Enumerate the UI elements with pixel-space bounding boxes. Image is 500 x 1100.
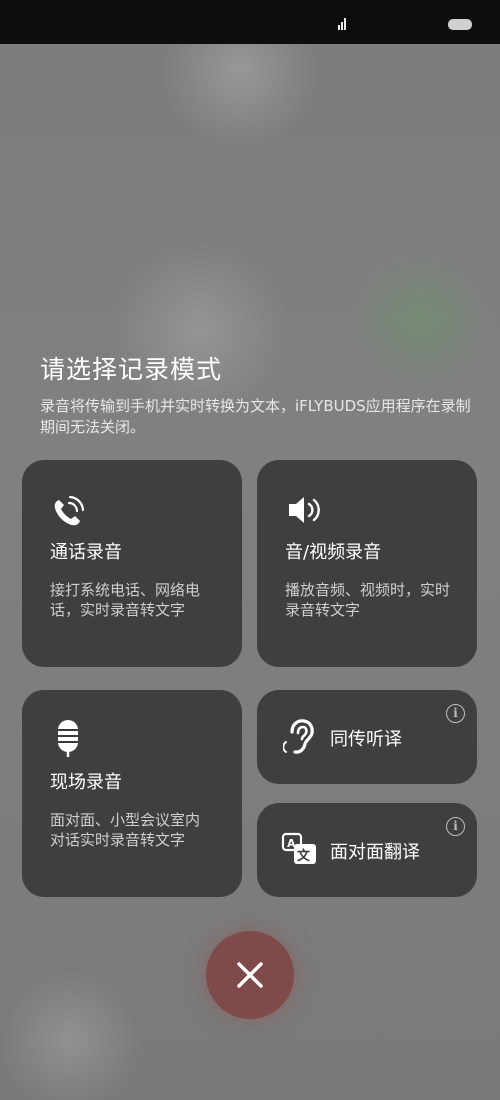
translate-icon: A 文: [281, 832, 316, 864]
close-icon: [237, 962, 263, 988]
info-icon[interactable]: i: [446, 704, 465, 723]
face-to-face-translation-title: 面对面翻译: [330, 842, 420, 863]
live-recording-title: 现场录音: [50, 772, 122, 793]
simultaneous-interpretation-card[interactable]: 同传听译 i: [257, 690, 477, 784]
live-recording-card[interactable]: 现场录音 面对面、小型会议室内对话实时录音转文字: [22, 690, 242, 897]
call-recording-desc: 接打系统电话、网络电话，实时录音转文字: [50, 581, 201, 619]
page-title: 请选择记录模式: [40, 355, 223, 384]
signal-icon: [338, 18, 346, 30]
live-recording-desc: 面对面、小型会议室内对话实时录音转文字: [50, 811, 201, 849]
media-recording-title: 音/视频录音: [285, 542, 382, 563]
ear-icon: [283, 719, 314, 754]
simultaneous-interpretation-title: 同传听译: [330, 729, 402, 750]
media-recording-card[interactable]: 音/视频录音 播放音频、视频时，实时录音转文字: [257, 460, 477, 667]
page-subtitle: 录音将传输到手机并实时转换为文本，iFLYBUDS应用程序在录制期间无法关闭。: [40, 397, 471, 436]
microphone-icon: [58, 720, 78, 757]
close-button[interactable]: [206, 931, 294, 1019]
media-recording-desc: 播放音频、视频时，实时录音转文字: [285, 581, 451, 619]
battery-icon: [448, 19, 472, 30]
phone-recording-icon: [54, 495, 85, 526]
svg-text:文: 文: [297, 848, 311, 864]
call-recording-title: 通话录音: [50, 542, 122, 563]
call-recording-card[interactable]: 通话录音 接打系统电话、网络电话，实时录音转文字: [22, 460, 242, 667]
face-to-face-translation-card[interactable]: A 文 面对面翻译 i: [257, 803, 477, 897]
status-bar: [0, 0, 500, 44]
info-icon[interactable]: i: [446, 817, 465, 836]
speaker-icon: [289, 497, 320, 523]
